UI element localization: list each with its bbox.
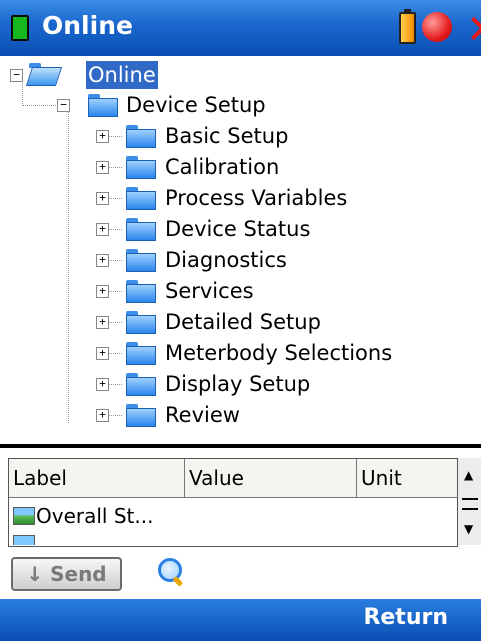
folder-icon xyxy=(88,94,118,118)
folder-icon xyxy=(126,187,156,211)
tree-node-label: Online xyxy=(86,61,158,89)
expand-toggle[interactable]: + xyxy=(96,192,109,205)
return-button[interactable]: Return xyxy=(363,605,448,630)
tree-node-label: Calibration xyxy=(165,155,280,179)
tree-node[interactable]: + Calibration xyxy=(8,152,468,182)
expand-toggle[interactable]: + xyxy=(96,254,109,267)
tree-node-label: Basic Setup xyxy=(165,124,289,148)
tree-node[interactable]: + Process Variables xyxy=(8,183,468,213)
row-label: Overall St... xyxy=(36,504,154,528)
tree-node[interactable]: + Meterbody Selections xyxy=(8,338,468,368)
tree-node-label: Display Setup xyxy=(165,372,311,396)
table-row[interactable]: Overall St... xyxy=(9,499,457,531)
search-icon[interactable] xyxy=(158,558,188,588)
tree-node-online[interactable]: − Online xyxy=(8,60,208,90)
title-bar: Online ✕ xyxy=(0,0,481,56)
expand-toggle[interactable]: + xyxy=(96,161,109,174)
close-icon[interactable]: ✕ xyxy=(452,2,481,52)
grid-scrollbar[interactable]: ▲ ▼ xyxy=(457,458,481,545)
folder-icon xyxy=(126,249,156,273)
tree-node[interactable]: + Detailed Setup xyxy=(8,307,468,337)
expand-toggle[interactable]: + xyxy=(96,130,109,143)
expand-toggle[interactable]: + xyxy=(96,285,109,298)
folder-icon xyxy=(126,311,156,335)
collapse-toggle[interactable]: − xyxy=(10,69,23,82)
open-folder-icon xyxy=(25,63,63,87)
landscape-icon xyxy=(13,535,35,545)
tree-node[interactable]: + Review xyxy=(8,400,468,430)
bottom-bar: Return xyxy=(0,599,481,641)
tree-node-label: Device Setup xyxy=(126,93,266,117)
tree-node[interactable]: + Basic Setup xyxy=(8,121,468,151)
scroll-up-icon[interactable]: ▲ xyxy=(464,468,473,482)
expand-toggle[interactable]: + xyxy=(96,409,109,422)
tree-node[interactable]: + Display Setup xyxy=(8,369,468,399)
column-header-label[interactable]: Label xyxy=(9,459,185,497)
tree-node[interactable]: + Device Status xyxy=(8,214,468,244)
folder-icon xyxy=(126,125,156,149)
pane-divider[interactable] xyxy=(0,444,481,448)
folder-icon xyxy=(126,218,156,242)
expand-toggle[interactable]: + xyxy=(96,223,109,236)
tree-node-device-setup[interactable]: − Device Setup xyxy=(8,90,308,120)
tree-node-label: Diagnostics xyxy=(165,248,287,272)
column-header-unit[interactable]: Unit xyxy=(357,459,457,497)
device-tree: − Online − Device Setup + Basic Setup + … xyxy=(8,58,472,444)
scroll-thumb[interactable] xyxy=(462,498,478,510)
tree-node-label: Process Variables xyxy=(165,186,348,210)
red-circle-icon[interactable] xyxy=(422,12,452,42)
folder-icon xyxy=(126,156,156,180)
tree-node-label: Device Status xyxy=(165,217,311,241)
tree-node-label: Review xyxy=(165,403,240,427)
parameter-grid: Label Value Unit Overall St... xyxy=(8,458,458,547)
tree-node[interactable]: + Services xyxy=(8,276,468,306)
folder-icon xyxy=(126,373,156,397)
expand-toggle[interactable]: + xyxy=(96,316,109,329)
grid-header: Label Value Unit xyxy=(9,459,457,498)
tree-node-label: Detailed Setup xyxy=(165,310,321,334)
battery-icon xyxy=(399,9,416,44)
expand-toggle[interactable]: + xyxy=(96,378,109,391)
window-title: Online xyxy=(42,11,133,40)
column-header-value[interactable]: Value xyxy=(185,459,357,497)
scroll-down-icon[interactable]: ▼ xyxy=(464,522,473,536)
folder-icon xyxy=(126,280,156,304)
landscape-icon xyxy=(13,507,35,525)
tree-node-label: Meterbody Selections xyxy=(165,341,393,365)
tree-node[interactable]: + Diagnostics xyxy=(8,245,468,275)
folder-icon xyxy=(126,404,156,428)
folder-icon xyxy=(126,342,156,366)
tree-node-label: Services xyxy=(165,279,254,303)
send-button[interactable]: ↓ Send xyxy=(11,557,122,591)
expand-toggle[interactable]: + xyxy=(96,347,109,360)
green-square-icon xyxy=(11,15,29,41)
collapse-toggle[interactable]: − xyxy=(57,99,70,112)
